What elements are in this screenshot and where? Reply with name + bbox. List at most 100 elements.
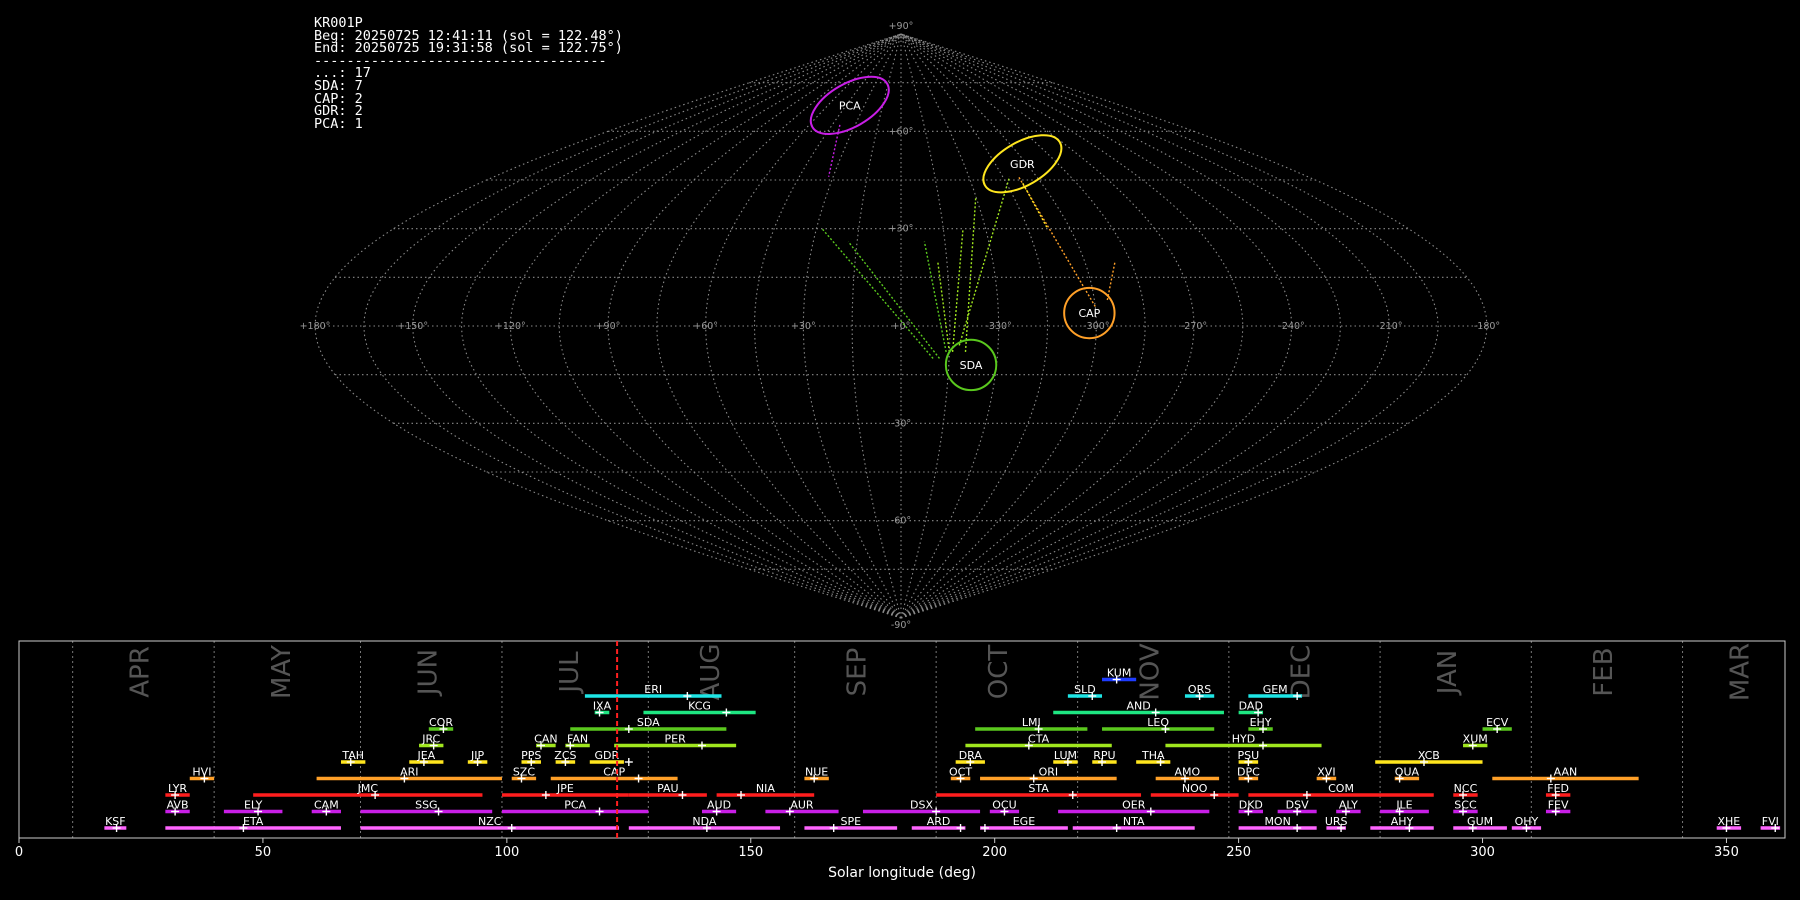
x-tick-label: 250 xyxy=(1226,845,1251,860)
month-label: APR xyxy=(125,646,155,698)
month-label: SEP xyxy=(843,648,873,697)
shower-label: ZCS xyxy=(554,749,576,762)
shower-label: ARD xyxy=(927,815,951,828)
x-tick-label: 100 xyxy=(494,845,519,860)
x-tick-label: 200 xyxy=(982,845,1007,860)
shower-label: DSV xyxy=(1286,799,1309,812)
shower-label: PSU xyxy=(1238,749,1260,762)
month-label: DEC xyxy=(1287,645,1317,700)
shower-label: JMC xyxy=(357,782,379,795)
shower-label: PER xyxy=(665,733,687,746)
shower-label: DAD xyxy=(1239,700,1263,713)
shower-label: JIP xyxy=(470,749,484,762)
shower-label: TAH xyxy=(341,749,364,762)
shower-label: KSF xyxy=(105,815,126,828)
shower-label: LUM xyxy=(1054,749,1077,762)
shower-label: ETA xyxy=(243,815,264,828)
shower-label: DSX xyxy=(910,799,933,812)
shower-label: QUA xyxy=(1395,766,1420,779)
shower-label: GDR xyxy=(595,749,620,762)
month-label: MAY xyxy=(267,645,297,699)
shower-label: GEM xyxy=(1263,683,1288,696)
shower-label: FEV xyxy=(1548,799,1569,812)
shower-label: STA xyxy=(1028,782,1049,795)
shower-label: HVI xyxy=(192,766,211,779)
shower-label: JEA xyxy=(416,749,435,762)
shower-label: DKD xyxy=(1239,799,1263,812)
shower-label: ORS xyxy=(1188,683,1211,696)
shower-label: NUE xyxy=(805,766,828,779)
shower-label: ARI xyxy=(400,766,418,779)
shower-label: PCA xyxy=(564,799,586,812)
month-label: OCT xyxy=(984,645,1014,700)
shower-label: PPS xyxy=(521,749,541,762)
shower-label: EHY xyxy=(1250,716,1272,729)
shower-label: DPC xyxy=(1237,766,1260,779)
shower-label: AHY xyxy=(1391,815,1414,828)
shower-label: SDA xyxy=(637,716,660,729)
shower-label: HYD xyxy=(1232,733,1255,746)
shower-label: XUM xyxy=(1463,733,1488,746)
shower-label: KUM xyxy=(1107,667,1131,680)
shower-label: ELY xyxy=(244,799,263,812)
shower-label: IXA xyxy=(593,700,612,713)
shower-label: OCT xyxy=(949,766,972,779)
shower-label: AUD xyxy=(707,799,731,812)
shower-label: JLE xyxy=(1395,799,1412,812)
shower-label: AVB xyxy=(167,799,189,812)
shower-label: LYR xyxy=(168,782,187,795)
shower-label: JRC xyxy=(421,733,440,746)
shower-label: ORI xyxy=(1039,766,1059,779)
month-label: JAN xyxy=(1433,650,1463,696)
shower-label: OCU xyxy=(992,799,1016,812)
shower-label: FAN xyxy=(567,733,588,746)
shower-label: CTA xyxy=(1028,733,1050,746)
shower-label: SZC xyxy=(513,766,536,779)
shower-label: NDA xyxy=(692,815,717,828)
shower-label: CAN xyxy=(534,733,557,746)
shower-label: JPE xyxy=(556,782,574,795)
shower-label: XHE xyxy=(1718,815,1741,828)
shower-label: LMI xyxy=(1022,716,1041,729)
shower-label: MON xyxy=(1264,815,1290,828)
shower-label: ALY xyxy=(1339,799,1358,812)
shower-label: ERI xyxy=(644,683,662,696)
shower-label: GUM xyxy=(1467,815,1493,828)
shower-label: NOO xyxy=(1182,782,1208,795)
shower-label: XVI xyxy=(1317,766,1335,779)
shower-label: SPE xyxy=(840,815,861,828)
month-label: FEB xyxy=(1589,647,1619,696)
shower-label: DRA xyxy=(959,749,983,762)
shower-label: OHY xyxy=(1515,815,1539,828)
shower-label: AND xyxy=(1126,700,1150,713)
shower-label: CAP xyxy=(603,766,625,779)
month-label: JUN xyxy=(413,649,443,697)
shower-label: NTA xyxy=(1123,815,1145,828)
shower-label: LEO xyxy=(1147,716,1169,729)
month-label: NOV xyxy=(1135,643,1165,700)
shower-label: COM xyxy=(1328,782,1354,795)
shower-label: URS xyxy=(1325,815,1348,828)
shower-label: EGE xyxy=(1013,815,1035,828)
month-label: JUL xyxy=(555,651,585,695)
month-label: MAR xyxy=(1726,643,1756,701)
shower-label: SCC xyxy=(1454,799,1477,812)
shower-label: AUR xyxy=(790,799,814,812)
x-tick-label: 50 xyxy=(255,845,272,860)
shower-label: NZC xyxy=(478,815,502,828)
shower-label: COR xyxy=(429,716,453,729)
x-tick-label: 150 xyxy=(738,845,763,860)
x-axis-label: Solar longitude (deg) xyxy=(828,865,976,881)
month-label: AUG xyxy=(696,644,726,701)
x-tick-label: 300 xyxy=(1470,845,1495,860)
shower-label: AMO xyxy=(1175,766,1201,779)
shower-label: FED xyxy=(1547,782,1569,795)
shower-label: FVI xyxy=(1762,815,1779,828)
shower-label: SLD xyxy=(1074,683,1096,696)
shower-timeline-chart: APR MAY JUN JUL AUG SEP OCT NOV DEC JAN FEB MAR KSF E… xyxy=(15,640,1786,881)
shower-label: AAN xyxy=(1554,766,1578,779)
shower-label: XCB xyxy=(1418,749,1440,762)
shower-label: RPU xyxy=(1093,749,1115,762)
shower-label: KCG xyxy=(688,700,711,713)
shower-label: NIA xyxy=(756,782,775,795)
